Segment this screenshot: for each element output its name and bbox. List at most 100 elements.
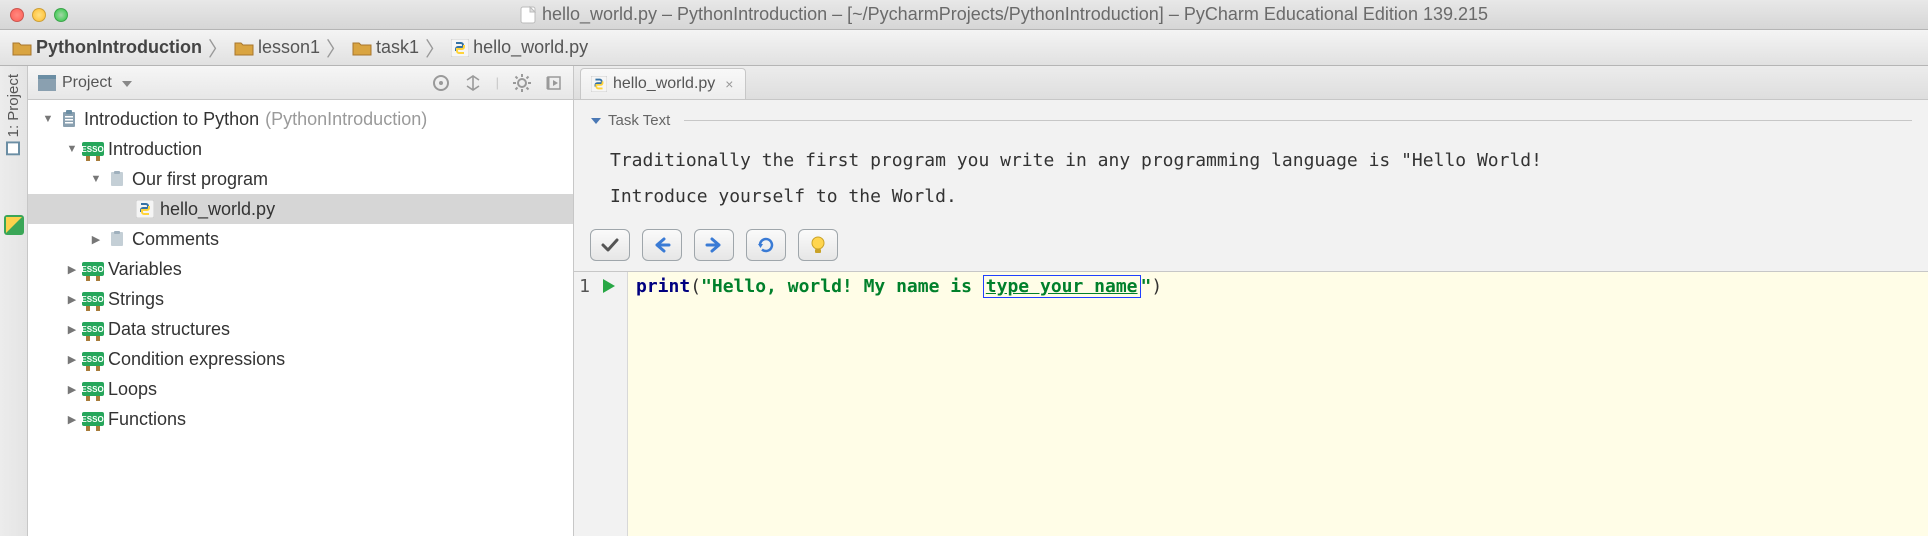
editor-tab-hello-world[interactable]: hello_world.py × <box>580 68 746 99</box>
disclosure-triangle-icon[interactable] <box>88 231 104 247</box>
scroll-from-source-icon[interactable] <box>432 74 450 92</box>
project-panel-header: Project | <box>28 66 573 100</box>
python-file-icon <box>591 76 607 92</box>
project-panel: Project | Introduction to Python (Python… <box>28 66 574 536</box>
check-task-button[interactable] <box>590 229 630 261</box>
editor-tabs: hello_world.py × <box>574 66 1928 100</box>
tree-item-loops[interactable]: LESSON Loops <box>28 374 573 404</box>
project-panel-icon <box>38 75 56 91</box>
lesson-icon: LESSON <box>84 260 102 278</box>
task-header-rule <box>684 120 1912 121</box>
traffic-lights <box>10 8 68 22</box>
left-tool-gutter: 1: Project <box>0 66 28 536</box>
refresh-icon <box>756 235 776 255</box>
main-area: 1: Project Project | <box>0 66 1928 536</box>
editor-panel: hello_world.py × Task Text Traditionally… <box>574 66 1928 536</box>
project-tool-window-button[interactable]: 1: Project <box>5 74 22 155</box>
chevron-down-icon <box>590 115 602 127</box>
lesson-icon: LESSON <box>84 320 102 338</box>
gear-icon[interactable] <box>513 74 531 92</box>
code-placeholder[interactable]: type your name <box>983 275 1141 298</box>
breadcrumb-task[interactable]: task1 <box>352 37 419 58</box>
tree-item-comments[interactable]: Comments <box>28 224 573 254</box>
breadcrumb: PythonIntroduction 〉 lesson1 〉 task1 〉 h… <box>0 30 1928 66</box>
breadcrumb-separator: 〉 <box>423 33 447 62</box>
previous-task-button[interactable] <box>642 229 682 261</box>
tree-item-condition-expressions[interactable]: LESSON Condition expressions <box>28 344 573 374</box>
task-toolbar <box>590 229 1912 261</box>
disclosure-triangle-icon[interactable] <box>88 171 104 187</box>
code-token-close: ) <box>1151 276 1162 297</box>
code-token-fn: print <box>636 276 690 297</box>
code-line[interactable]: print("Hello, world! My name is type you… <box>628 272 1170 536</box>
tree-item-data-structures[interactable]: LESSON Data structures <box>28 314 573 344</box>
tree-root[interactable]: Introduction to Python (PythonIntroducti… <box>28 104 573 134</box>
tree-item-functions[interactable]: LESSON Functions <box>28 404 573 434</box>
window-title-text: hello_world.py – PythonIntroduction – [~… <box>542 4 1488 25</box>
disclosure-triangle-icon[interactable] <box>40 111 56 127</box>
run-gutter-icon[interactable] <box>594 276 624 536</box>
close-tab-icon[interactable]: × <box>721 76 733 92</box>
dropdown-icon[interactable] <box>118 76 136 90</box>
tree-item-label: Loops <box>108 379 157 400</box>
breadcrumb-lesson[interactable]: lesson1 <box>234 37 320 58</box>
tree-item-variables[interactable]: LESSON Variables <box>28 254 573 284</box>
clipboard-icon <box>60 110 78 128</box>
pycharm-logo-icon[interactable] <box>4 215 24 235</box>
document-icon <box>520 6 536 24</box>
tree-item-label: Condition expressions <box>108 349 285 370</box>
window-titlebar: hello_world.py – PythonIntroduction – [~… <box>0 0 1928 30</box>
task-header-label: Task Text <box>608 112 670 129</box>
hint-button[interactable] <box>798 229 838 261</box>
task-text-header[interactable]: Task Text <box>590 112 1912 129</box>
window-minimize-button[interactable] <box>32 8 46 22</box>
line-number: 1 <box>574 276 594 536</box>
tree-item-introduction[interactable]: LESSON Introduction <box>28 134 573 164</box>
arrow-left-icon <box>652 236 672 254</box>
project-tree[interactable]: Introduction to Python (PythonIntroducti… <box>28 100 573 536</box>
breadcrumb-task-label: task1 <box>376 37 419 58</box>
folder-icon <box>12 40 32 56</box>
collapse-all-icon[interactable] <box>464 74 482 92</box>
lesson-icon: LESSON <box>84 350 102 368</box>
project-panel-title: Project <box>62 74 112 92</box>
tree-item-our-first-program[interactable]: Our first program <box>28 164 573 194</box>
breadcrumb-separator: 〉 <box>324 33 348 62</box>
python-file-icon <box>451 39 469 57</box>
play-icon <box>601 278 617 294</box>
tree-item-label: Variables <box>108 259 182 280</box>
code-token-open: ( <box>690 276 701 297</box>
breadcrumb-project[interactable]: PythonIntroduction <box>12 37 202 58</box>
lightbulb-icon <box>809 235 827 255</box>
breadcrumb-lesson-label: lesson1 <box>258 37 320 58</box>
checkmark-icon <box>600 236 620 254</box>
code-token-str1: "Hello, world! My name is <box>701 276 983 297</box>
clipboard-icon <box>108 170 126 188</box>
hide-panel-icon[interactable] <box>545 74 563 92</box>
next-task-button[interactable] <box>694 229 734 261</box>
breadcrumb-file[interactable]: hello_world.py <box>451 37 588 58</box>
refresh-task-button[interactable] <box>746 229 786 261</box>
code-token-str2: " <box>1141 276 1152 297</box>
lesson-icon: LESSON <box>84 380 102 398</box>
tree-item-label: Comments <box>132 229 219 250</box>
tree-item-label: Data structures <box>108 319 230 340</box>
tree-root-label: Introduction to Python <box>84 109 259 130</box>
python-file-icon <box>136 200 154 218</box>
window-zoom-button[interactable] <box>54 8 68 22</box>
editor-tab-label: hello_world.py <box>613 75 715 93</box>
breadcrumb-project-label: PythonIntroduction <box>36 37 202 58</box>
project-tool-icon <box>7 141 21 155</box>
tree-item-label: hello_world.py <box>160 199 275 220</box>
code-editor[interactable]: 1 print("Hello, world! My name is type y… <box>574 272 1928 536</box>
tree-item-hello-world[interactable]: hello_world.py <box>28 194 573 224</box>
lesson-icon: LESSON <box>84 290 102 308</box>
task-body-line: Introduce yourself to the World. <box>610 179 1912 215</box>
folder-icon <box>234 40 254 56</box>
window-close-button[interactable] <box>10 8 24 22</box>
tree-root-sublabel: (PythonIntroduction) <box>265 109 427 130</box>
tree-item-strings[interactable]: LESSON Strings <box>28 284 573 314</box>
code-gutter: 1 <box>574 272 628 536</box>
breadcrumb-separator: 〉 <box>206 33 230 62</box>
window-title: hello_world.py – PythonIntroduction – [~… <box>90 4 1918 25</box>
